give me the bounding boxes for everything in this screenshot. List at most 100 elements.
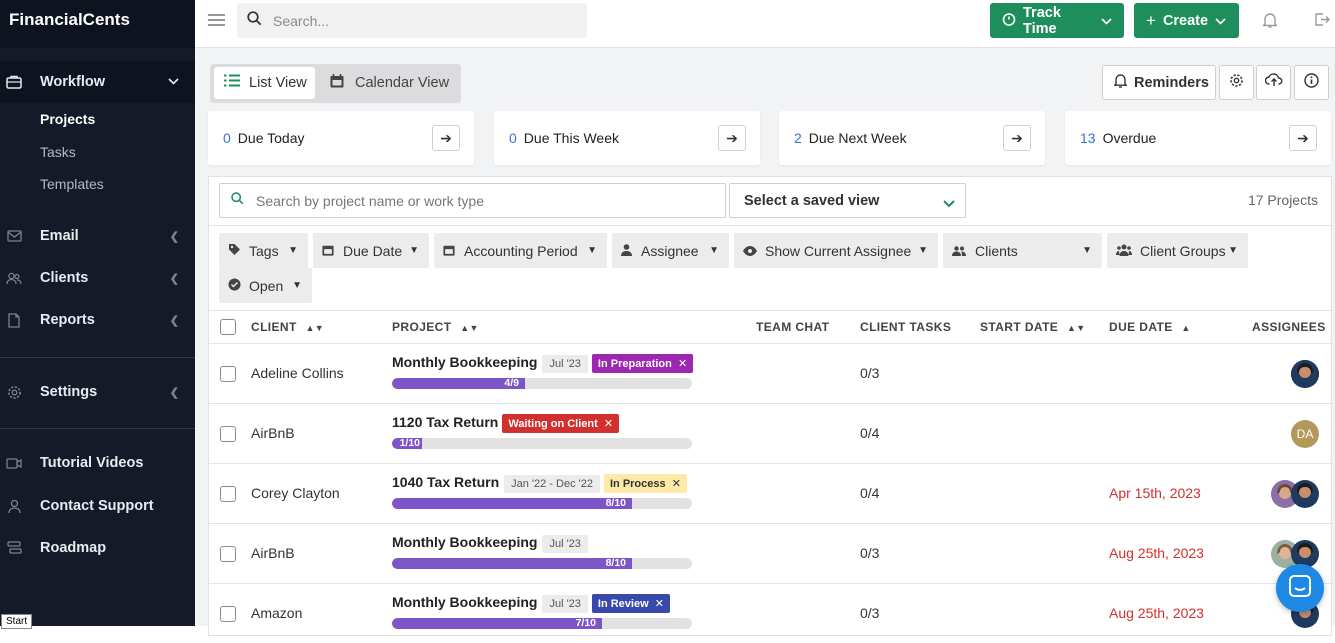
brand-logo[interactable]: FinancialCents	[0, 0, 195, 48]
nav-roadmap[interactable]: Roadmap	[0, 527, 195, 569]
col-header-start-date[interactable]: START DATE ▲▼	[980, 320, 1086, 334]
close-icon[interactable]: ✕	[655, 598, 664, 610]
hamburger-menu-icon[interactable]	[208, 13, 225, 32]
col-header-client[interactable]: CLIENT ▲▼	[251, 320, 324, 334]
client-name[interactable]: AirBnB	[251, 545, 295, 561]
filter-due-date[interactable]: Due Date ▼	[313, 233, 429, 268]
saved-view-select[interactable]: Select a saved view	[729, 183, 966, 218]
global-search-input[interactable]: Search...	[237, 3, 587, 38]
col-label: DUE DATE	[1109, 320, 1173, 334]
client-name[interactable]: Corey Clayton	[251, 485, 340, 501]
caret-down-icon: ▼	[288, 245, 298, 256]
stat-label: Overdue	[1102, 130, 1157, 146]
sidebar-item-tasks[interactable]: Tasks	[40, 144, 76, 160]
filter-tags[interactable]: Tags ▼	[219, 233, 308, 268]
filter-clients[interactable]: Clients ▼	[943, 233, 1102, 268]
avatar[interactable]	[1291, 480, 1319, 508]
status-badge[interactable]: In Process ✕	[603, 474, 687, 493]
users-icon	[1116, 243, 1132, 259]
row-checkbox[interactable]	[220, 606, 236, 622]
list-view-tab[interactable]: List View	[214, 67, 315, 99]
row-checkbox[interactable]	[220, 366, 236, 382]
sidebar-item-projects[interactable]: Projects	[40, 111, 95, 127]
project-title[interactable]: Monthly Bookkeeping Jul '23 In Review ✕	[392, 594, 670, 613]
row-checkbox[interactable]	[220, 546, 236, 562]
calendar-view-tab[interactable]: Calendar View	[330, 67, 449, 99]
project-search-input[interactable]: Search by project name or work type	[219, 183, 726, 218]
nav-reports[interactable]: Reports ❮	[0, 299, 195, 341]
project-title[interactable]: Monthly Bookkeeping Jul '23 In Preparation…	[392, 354, 694, 373]
progress-text: 7/10	[575, 618, 596, 629]
arrow-right-icon[interactable]: ➔	[1289, 125, 1317, 151]
client-tasks-count: 0/3	[860, 545, 880, 561]
avatar[interactable]	[1291, 360, 1319, 388]
client-name[interactable]: Adeline Collins	[251, 365, 344, 381]
nav-clients[interactable]: Clients ❮	[0, 257, 195, 299]
table-row[interactable]: Corey Clayton 1040 Tax Return Jan '22 - D…	[209, 463, 1333, 523]
arrow-right-icon[interactable]: ➔	[432, 125, 460, 151]
check-circle-icon	[228, 278, 241, 294]
caret-down-icon: ▼	[292, 280, 302, 291]
client-name[interactable]: AirBnB	[251, 425, 295, 441]
stat-overdue[interactable]: 13 Overdue ➔	[1065, 111, 1331, 165]
status-badge[interactable]: Waiting on Client ✕	[502, 414, 620, 433]
table-row[interactable]: Adeline Collins Monthly Bookkeeping Jul '…	[209, 343, 1333, 403]
create-button[interactable]: + Create	[1134, 3, 1239, 38]
caret-down-icon: ▼	[1082, 245, 1092, 256]
avatar[interactable]: DA	[1291, 420, 1319, 448]
chevron-left-icon: ❮	[169, 314, 179, 327]
filter-open[interactable]: Open ▼	[219, 268, 312, 303]
table-row[interactable]: AirBnB Monthly Bookkeeping Jul '23 8/10 0…	[209, 523, 1333, 583]
project-name: Monthly Bookkeeping	[392, 534, 538, 550]
nav-contact-support[interactable]: Contact Support	[0, 485, 195, 527]
progress-bar: 8/10	[392, 498, 692, 509]
track-time-button[interactable]: Track Time	[990, 3, 1124, 38]
status-badge[interactable]: In Review ✕	[591, 594, 670, 613]
sidebar-item-templates[interactable]: Templates	[40, 176, 104, 192]
stat-due-today[interactable]: 0 Due Today ➔	[208, 111, 474, 165]
settings-gear-button[interactable]	[1219, 65, 1254, 100]
nav-email[interactable]: Email ❮	[0, 215, 195, 257]
nav-tutorial-videos[interactable]: Tutorial Videos	[0, 442, 195, 484]
status-badge[interactable]: In Preparation ✕	[591, 354, 694, 373]
nav-workflow[interactable]: Workflow	[0, 61, 195, 103]
col-header-project[interactable]: PROJECT ▲▼	[392, 320, 479, 334]
row-checkbox[interactable]	[220, 426, 236, 442]
close-icon[interactable]: ✕	[672, 478, 681, 490]
chat-launcher-button[interactable]	[1276, 564, 1324, 612]
close-icon[interactable]: ✕	[678, 358, 687, 370]
filter-assignee[interactable]: Assignee ▼	[612, 233, 729, 268]
table-row[interactable]: AirBnB 1120 Tax Return Waiting on Client …	[209, 403, 1333, 463]
client-name[interactable]: Amazon	[251, 605, 302, 621]
stat-due-this-week[interactable]: 0 Due This Week ➔	[494, 111, 760, 165]
cloud-upload-button[interactable]	[1256, 65, 1291, 100]
stat-due-next-week[interactable]: 2 Due Next Week ➔	[779, 111, 1045, 165]
nav-settings[interactable]: Settings ❮	[0, 371, 195, 413]
arrow-right-icon[interactable]: ➔	[718, 125, 746, 151]
filter-show-current-assignee[interactable]: Show Current Assignee ▼	[734, 233, 938, 268]
filter-client-groups[interactable]: Client Groups ▼	[1107, 233, 1248, 268]
bell-icon[interactable]	[1261, 12, 1279, 33]
close-icon[interactable]: ✕	[604, 418, 613, 430]
project-title[interactable]: 1120 Tax Return Waiting on Client ✕	[392, 414, 620, 433]
reminders-button[interactable]: Reminders	[1102, 65, 1216, 100]
info-button[interactable]	[1294, 65, 1329, 100]
client-tasks-count: 0/3	[860, 605, 880, 621]
project-title[interactable]: 1040 Tax Return Jan '22 - Dec '22 In Proce…	[392, 474, 687, 493]
filter-accounting-period[interactable]: Accounting Period ▼	[434, 233, 607, 268]
arrow-right-icon[interactable]: ➔	[1003, 125, 1031, 151]
project-title[interactable]: Monthly Bookkeeping Jul '23	[392, 534, 588, 553]
logout-icon[interactable]	[1314, 12, 1330, 32]
progress-fill: 8/10	[392, 558, 632, 569]
filter-label: Assignee	[641, 242, 699, 259]
col-header-due-date[interactable]: DUE DATE ▲	[1109, 320, 1191, 334]
divider	[209, 310, 1331, 311]
table-row[interactable]: Amazon Monthly Bookkeeping Jul '23 In Revi…	[209, 583, 1333, 643]
status-label: In Preparation	[597, 358, 672, 370]
top-bar: Search... Track Time + Create	[195, 0, 1335, 48]
period-badge: Jul '23	[542, 595, 588, 613]
row-checkbox[interactable]	[220, 486, 236, 502]
client-tasks-count: 0/3	[860, 365, 880, 381]
progress-fill: 8/10	[392, 498, 632, 509]
select-all-checkbox[interactable]	[220, 319, 236, 335]
